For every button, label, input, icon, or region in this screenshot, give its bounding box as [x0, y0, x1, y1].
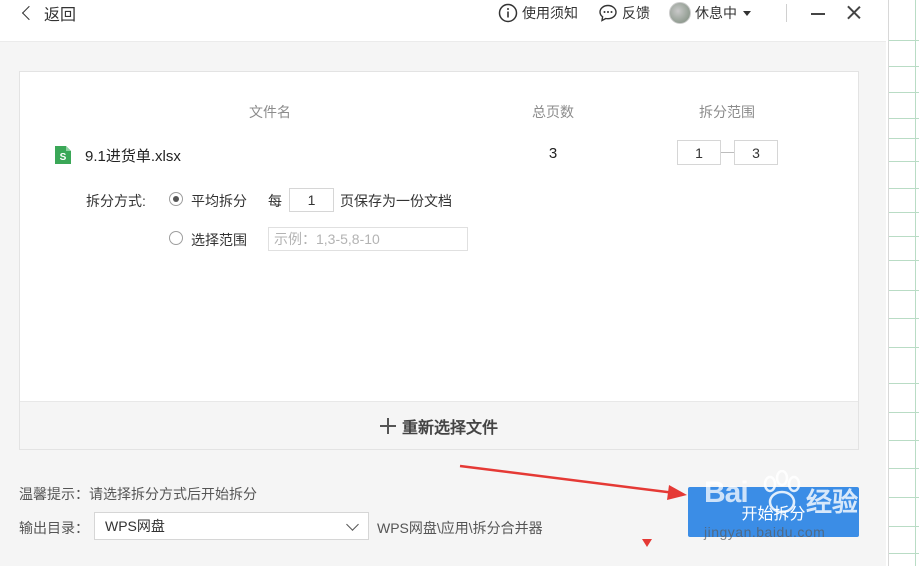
range-from-input[interactable] — [677, 140, 721, 165]
avatar — [669, 2, 691, 24]
feedback-button[interactable]: 反馈 — [598, 1, 650, 25]
per-prefix: 每 — [268, 193, 282, 209]
info-icon — [498, 3, 518, 23]
svg-text:S: S — [60, 152, 67, 163]
output-dir-label: 输出目录： — [19, 520, 89, 536]
page-count: 3 — [548, 145, 558, 162]
tip-text: 温馨提示：请选择拆分方式后开始拆分 — [19, 486, 257, 502]
radio-select-range[interactable] — [169, 231, 183, 245]
file-name: 9.1进货单.xlsx — [85, 148, 181, 165]
caret-down-icon — [743, 10, 751, 16]
help-label: 使用须知 — [522, 5, 578, 21]
reselect-label: 重新选择文件 — [401, 419, 498, 437]
titlebar-divider — [786, 4, 787, 22]
minimize-button[interactable] — [808, 4, 828, 22]
range-input[interactable] — [268, 227, 468, 251]
back-button[interactable]: 返回 — [21, 1, 77, 25]
annotation-triangle-icon — [642, 539, 652, 547]
chevron-left-icon — [21, 5, 37, 21]
spreadsheet-file-icon: S — [55, 146, 71, 164]
chevron-down-icon — [346, 518, 359, 531]
user-menu[interactable]: 休息中 — [669, 1, 751, 25]
range-dash — [721, 152, 734, 153]
start-split-label: 开始拆分 — [741, 506, 806, 523]
header-filename: 文件名 — [249, 104, 291, 120]
file-card: 文件名 总页数 拆分范围 S 9.1进货单.xlsx 3 拆分方式: 平均拆分 … — [19, 71, 859, 450]
split-dialog: 返回 使用须知 反馈 休息中 文件名 总页数 拆分范围 S 9.1进货单.xls… — [0, 0, 886, 566]
select-range-label[interactable]: 选择范围 — [191, 230, 247, 250]
split-mode-label: 拆分方式: — [86, 193, 146, 209]
header-total-pages: 总页数 — [532, 104, 574, 120]
close-button[interactable] — [845, 3, 863, 21]
per-suffix: 页保存为一份文档 — [340, 193, 452, 209]
user-status: 休息中 — [695, 5, 737, 21]
output-dir-value: WPS网盘 — [105, 518, 165, 534]
title-bar: 返回 使用须知 反馈 休息中 — [0, 0, 886, 42]
annotation-arrow-icon — [459, 464, 687, 500]
header-split-range: 拆分范围 — [699, 104, 755, 120]
output-path: WPS网盘\应用\拆分合并器 — [377, 520, 543, 536]
spreadsheet-background — [888, 0, 919, 566]
reselect-file-button[interactable]: 重新选择文件 — [20, 401, 858, 449]
output-dir-select[interactable]: WPS网盘 — [94, 512, 369, 540]
feedback-label: 反馈 — [622, 5, 650, 21]
chat-bubble-icon — [599, 4, 617, 22]
plus-icon — [379, 417, 396, 434]
range-to-input[interactable] — [734, 140, 778, 165]
pages-per-doc-input[interactable] — [289, 188, 334, 212]
even-split-label[interactable]: 平均拆分 — [191, 191, 247, 211]
radio-even-split[interactable] — [169, 192, 183, 206]
back-label: 返回 — [44, 7, 77, 24]
help-button[interactable]: 使用须知 — [498, 1, 578, 25]
start-split-button[interactable]: 开始拆分 — [688, 487, 859, 537]
